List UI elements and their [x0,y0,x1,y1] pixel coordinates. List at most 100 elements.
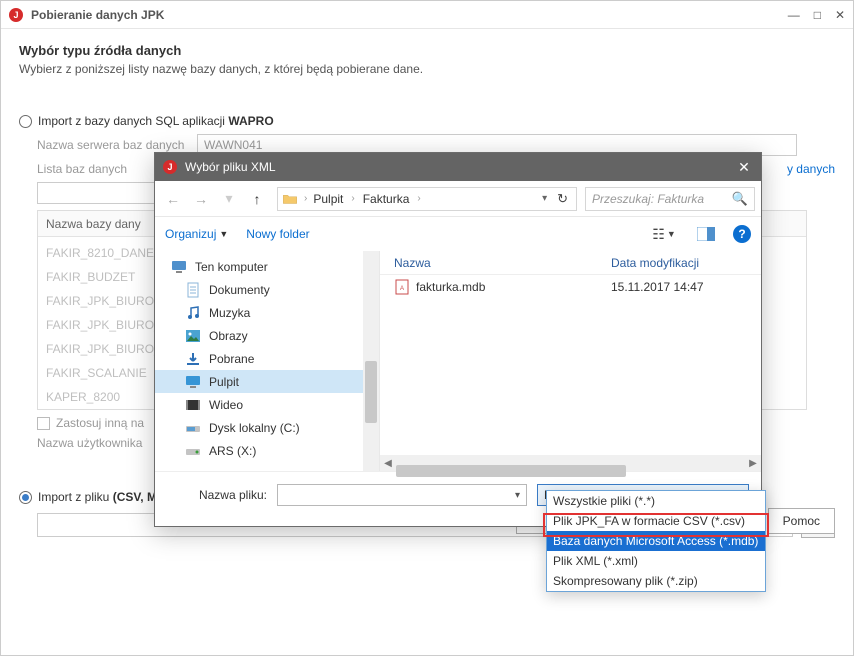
nav-forward-icon[interactable]: → [189,187,213,211]
window-controls: — □ ✕ [788,8,845,22]
db-filter-input[interactable] [37,182,157,204]
refresh-link[interactable]: y danych [787,162,835,176]
filetype-dropdown-list: Wszystkie pliki (*.*)Plik JPK_FA w forma… [546,490,766,592]
file-dialog: J Wybór pliku XML ✕ ← → ▾ ↑ › Pulpit › Fak… [154,152,762,527]
breadcrumb-segment[interactable]: Fakturka [363,192,410,206]
maximize-icon[interactable]: □ [814,8,821,22]
sidebar-item-pobrane[interactable]: Pobrane [155,347,379,370]
refresh-icon[interactable]: ↻ [557,191,568,207]
sidebar-item-dysk-lokalny-c-[interactable]: Dysk lokalny (C:) [155,416,379,439]
address-bar[interactable]: › Pulpit › Fakturka › ▾ ↻ [277,187,577,211]
radio2-prefix: Import z pliku [38,490,113,504]
filelist-header: Nazwa Data modyfikacji [380,251,761,275]
dialog-title: Wybór pliku XML [185,160,735,174]
section-title: Wybór typu źródła danych [19,43,835,58]
organize-button[interactable]: Organizuj ▼ [165,227,228,241]
breadcrumb: Pulpit › Fakturka › [313,192,420,206]
sidebar-item-ars-x-[interactable]: ARS (X:) [155,439,379,462]
chevron-right-icon: › [304,193,307,204]
new-folder-label: Nowy folder [246,227,309,241]
nav-up-icon[interactable]: ↑ [245,187,269,211]
server-name-label: Nazwa serwera baz danych [37,138,187,152]
filetype-option[interactable]: Wszystkie pliki (*.*) [547,491,765,511]
chevron-right-icon: › [351,193,354,204]
dialog-filelist: Nazwa Data modyfikacji Afakturka.mdb15.1… [380,251,761,471]
sidebar-item-label: Obrazy [209,329,248,343]
preview-pane-icon[interactable] [691,225,721,243]
filename-dropdown-icon: ▾ [515,490,520,501]
minimize-icon[interactable]: — [788,8,800,22]
dialog-close-icon[interactable]: ✕ [735,159,753,176]
chevron-down-icon: ▼ [219,229,228,239]
filelist-hscrollbar[interactable]: ◀▶ [380,455,761,471]
radio-icon-checked [19,491,32,504]
dialog-sidebar: Ten komputer Dokumenty Muzyka Obrazy Pobrane… [155,251,380,471]
file-row[interactable]: Afakturka.mdb15.11.2017 14:47 [380,275,761,299]
filename-label: Nazwa pliku: [167,488,267,502]
sidebar-item-dokumenty[interactable]: Dokumenty [155,278,379,301]
download-icon [185,351,201,367]
mdb-file-icon: A [394,279,410,295]
dialog-toolbar: Organizuj ▼ Nowy folder ☷ ▼ ? [155,217,761,251]
file-name: fakturka.mdb [416,280,611,294]
apply-other-label: Zastosuj inną na [56,416,144,430]
sidebar-item-label: Muzyka [209,306,250,320]
search-input[interactable]: Przeszukaj: Fakturka 🔍 [585,187,755,211]
dialog-titlebar: J Wybór pliku XML ✕ [155,153,761,181]
new-folder-button[interactable]: Nowy folder [246,227,309,241]
sidebar-item-label: Pulpit [209,375,239,389]
sidebar-item-obrazy[interactable]: Obrazy [155,324,379,347]
breadcrumb-segment[interactable]: Pulpit [313,192,343,206]
svg-text:A: A [400,286,404,292]
music-icon [185,305,201,321]
close-icon[interactable]: ✕ [835,8,845,22]
radio1-strong: WAPRO [228,114,273,128]
filetype-option[interactable]: Plik XML (*.xml) [547,551,765,571]
nav-back-icon[interactable]: ← [161,187,185,211]
file-rows: Afakturka.mdb15.11.2017 14:47 [380,275,761,299]
section-subtitle: Wybierz z poniższej listy nazwę bazy dan… [19,62,835,76]
sidebar-item-pulpit[interactable]: Pulpit [155,370,379,393]
dialog-navbar: ← → ▾ ↑ › Pulpit › Fakturka › ▾ ↻ Przeszuka… [155,181,761,217]
sidebar-scrollbar[interactable] [363,251,379,471]
desktop-icon [185,374,201,390]
chevron-right-icon: › [417,193,420,204]
netdisk-icon [185,443,201,459]
col-name[interactable]: Nazwa [394,256,611,270]
addr-dropdown-icon[interactable]: ▾ [542,193,547,204]
sidebar-item-label: Wideo [209,398,243,412]
filetype-option[interactable]: Plik JPK_FA w formacie CSV (*.csv) [547,511,765,531]
col-date[interactable]: Data modyfikacji [611,256,761,270]
radio-label-sql: Import z bazy danych SQL aplikacji WAPRO [38,114,274,128]
dialog-app-icon: J [163,160,177,174]
sidebar-item-label: Dysk lokalny (C:) [209,421,300,435]
dialog-content: Ten komputer Dokumenty Muzyka Obrazy Pobrane… [155,251,761,471]
image-icon [185,328,201,344]
sidebar-item-muzyka[interactable]: Muzyka [155,301,379,324]
video-icon [185,397,201,413]
sidebar-item-label: Pobrane [209,352,254,366]
help-button[interactable]: Pomoc [768,508,835,534]
filename-input[interactable]: ▾ [277,484,527,506]
doc-icon [185,282,201,298]
search-icon: 🔍 [732,191,748,207]
help-icon[interactable]: ? [733,225,751,243]
parent-title: Pobieranie danych JPK [31,8,788,22]
computer-icon [171,259,187,275]
disk-icon [185,420,201,436]
view-mode-icon[interactable]: ☷ ▼ [649,225,679,243]
nav-recent-icon[interactable]: ▾ [217,187,241,211]
app-icon: J [9,8,23,22]
filetype-option[interactable]: Baza danych Microsoft Access (*.mdb) [547,531,765,551]
sidebar-item-wideo[interactable]: Wideo [155,393,379,416]
radio1-prefix: Import z bazy danych SQL aplikacji [38,114,228,128]
radio-icon [19,115,32,128]
organize-label: Organizuj [165,227,216,241]
sidebar-item-label: Dokumenty [209,283,270,297]
filetype-option[interactable]: Skompresowany plik (*.zip) [547,571,765,591]
sidebar-item-ten-komputer[interactable]: Ten komputer [155,255,379,278]
radio-import-sql[interactable]: Import z bazy danych SQL aplikacji WAPRO [19,114,835,128]
sidebar-item-label: Ten komputer [195,260,268,274]
sidebar-item-label: ARS (X:) [209,444,256,458]
parent-titlebar: J Pobieranie danych JPK — □ ✕ [1,1,853,29]
